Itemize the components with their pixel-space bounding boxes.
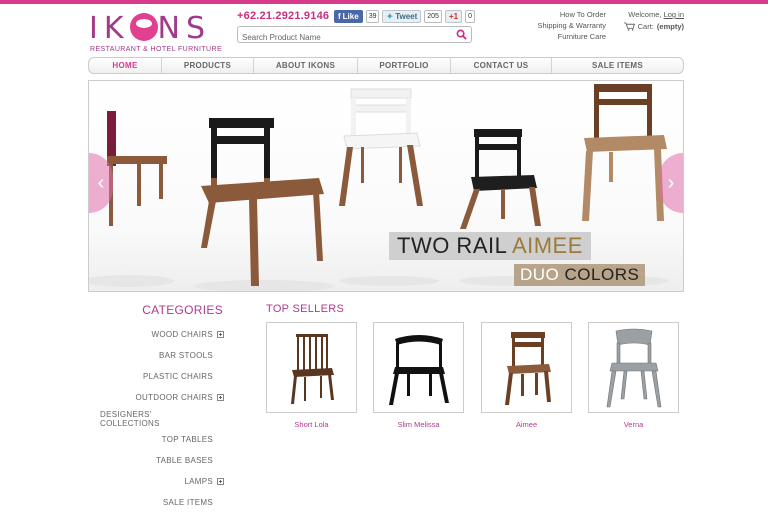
banner-chair-2 xyxy=(201,118,324,286)
category-table-bases[interactable]: TABLE BASES xyxy=(100,450,224,471)
banner-chair-4 xyxy=(460,129,541,229)
tweet-button[interactable]: ✦ Tweet xyxy=(382,10,422,23)
chair-slim-melissa-image xyxy=(388,334,449,405)
product-card: Slim Melissa xyxy=(373,322,464,429)
shipping-warranty-link[interactable]: Shipping & Warranty xyxy=(520,20,606,31)
banner-chair-3 xyxy=(339,88,423,206)
google-plus-button[interactable]: +1 xyxy=(444,10,463,23)
product-image[interactable] xyxy=(481,322,572,413)
category-label: DESIGNERS' COLLECTIONS xyxy=(100,409,160,428)
search-icon[interactable] xyxy=(456,29,467,40)
product-card: Verna xyxy=(588,322,679,429)
tweet-count: 205 xyxy=(424,10,442,23)
category-label: OUTDOOR CHAIRS xyxy=(135,393,213,402)
logo-o-mark xyxy=(129,13,158,41)
logo[interactable]: IK NS RESTAURANT & HOTEL FURNITURE xyxy=(89,10,223,53)
phone-number: +62.21.2921.9146 xyxy=(237,10,330,22)
category-lamps[interactable]: LAMPS xyxy=(100,471,224,492)
category-designers-collections[interactable]: DESIGNERS' COLLECTIONS xyxy=(100,408,224,429)
cart-icon xyxy=(623,22,635,31)
chair-verna-image xyxy=(606,328,661,407)
caption-main-text: TWO RAIL xyxy=(397,233,507,258)
expand-plus-icon[interactable] xyxy=(217,394,224,401)
facebook-icon: f xyxy=(338,12,341,21)
furniture-care-link[interactable]: Furniture Care xyxy=(520,31,606,42)
product-image[interactable] xyxy=(266,322,357,413)
category-label: PLASTIC CHAIRS xyxy=(143,372,213,381)
how-to-order-link[interactable]: How To Order xyxy=(520,9,606,20)
nav-sale-items[interactable]: SALE ITEMS xyxy=(552,58,683,73)
facebook-like-button[interactable]: f Like xyxy=(334,10,363,23)
category-sale-items[interactable]: SALE ITEMS xyxy=(100,492,224,513)
banner-caption-subtitle: DUO COLORS xyxy=(514,264,646,286)
logo-tagline: RESTAURANT & HOTEL FURNITURE xyxy=(90,46,223,53)
banner-chair-5 xyxy=(582,84,667,221)
product-card: Short Lola xyxy=(266,322,357,429)
expand-plus-icon[interactable] xyxy=(217,331,224,338)
top-accent-bar xyxy=(0,0,768,4)
welcome-text: Welcome, xyxy=(628,10,662,19)
top-sellers-heading: TOP SELLERS xyxy=(266,303,345,315)
nav-home[interactable]: HOME xyxy=(89,58,162,73)
category-label: SALE ITEMS xyxy=(162,498,213,507)
twitter-bird-icon: ✦ xyxy=(386,12,394,21)
product-name[interactable]: Verna xyxy=(588,420,679,429)
categories-list: WOOD CHAIRS BAR STOOLS PLASTIC CHAIRS OU… xyxy=(100,324,224,513)
category-label: WOOD CHAIRS xyxy=(151,330,213,339)
category-top-tables[interactable]: TOP TABLES xyxy=(100,429,224,450)
chair-short-lola-image xyxy=(290,333,334,404)
product-name[interactable]: Short Lola xyxy=(266,420,357,429)
banner-chair-1 xyxy=(107,111,167,226)
expand-plus-icon[interactable] xyxy=(217,478,224,485)
category-bar-stools[interactable]: BAR STOOLS xyxy=(100,345,224,366)
gplus-count: 0 xyxy=(465,10,475,23)
cart-label: Cart: xyxy=(637,22,654,31)
caption2-a-text: DUO xyxy=(520,265,560,284)
caption2-b-text: COLORS xyxy=(564,265,640,284)
like-count: 39 xyxy=(365,10,380,23)
cart[interactable]: Cart: (empty) xyxy=(616,21,684,32)
category-label: TABLE BASES xyxy=(156,456,213,465)
category-label: BAR STOOLS xyxy=(159,351,213,360)
nav-portfolio[interactable]: PORTFOLIO xyxy=(358,58,451,73)
category-label: TOP TABLES xyxy=(161,435,213,444)
nav-products[interactable]: PRODUCTS xyxy=(162,58,254,73)
banner-chairs-illustration xyxy=(89,84,669,291)
tweet-label: Tweet xyxy=(395,12,418,21)
chevron-right-icon: › xyxy=(667,171,675,194)
category-label: LAMPS xyxy=(184,477,213,486)
category-outdoor-chairs[interactable]: OUTDOOR CHAIRS xyxy=(100,387,224,408)
account-box: Welcome, Log in Cart: (empty) xyxy=(616,9,684,32)
nav-about[interactable]: ABOUT IKONS xyxy=(254,58,358,73)
search-input[interactable] xyxy=(238,30,448,45)
social-buttons: f Like 39 ✦ Tweet 205 +1 0 xyxy=(334,10,475,23)
logo-wordmark: IK NS xyxy=(89,11,212,46)
help-links: How To Order Shipping & Warranty Furnitu… xyxy=(520,9,606,42)
banner-caption-title: TWO RAIL AIMEE xyxy=(389,232,591,260)
hero-slider: ‹ › TWO RAIL AIMEE DUO COLORS xyxy=(88,80,684,292)
category-plastic-chairs[interactable]: PLASTIC CHAIRS xyxy=(100,366,224,387)
product-name[interactable]: Aimee xyxy=(481,420,572,429)
login-link[interactable]: Log in xyxy=(664,10,684,19)
product-image[interactable] xyxy=(373,322,464,413)
nav-contact[interactable]: CONTACT US xyxy=(451,58,552,73)
product-name[interactable]: Slim Melissa xyxy=(373,420,464,429)
product-card: Aimee xyxy=(481,322,572,429)
cart-status: (empty) xyxy=(656,22,684,31)
category-wood-chairs[interactable]: WOOD CHAIRS xyxy=(100,324,224,345)
chevron-left-icon: ‹ xyxy=(97,171,105,194)
caption-accent-text: AIMEE xyxy=(511,233,583,258)
like-label: Like xyxy=(342,12,359,21)
search-box xyxy=(237,26,472,45)
chair-aimee-image xyxy=(504,331,551,405)
categories-heading: CATEGORIES xyxy=(142,303,223,317)
main-nav: HOME PRODUCTS ABOUT IKONS PORTFOLIO CONT… xyxy=(88,57,684,74)
gplus-label: +1 xyxy=(448,12,459,21)
product-image[interactable] xyxy=(588,322,679,413)
